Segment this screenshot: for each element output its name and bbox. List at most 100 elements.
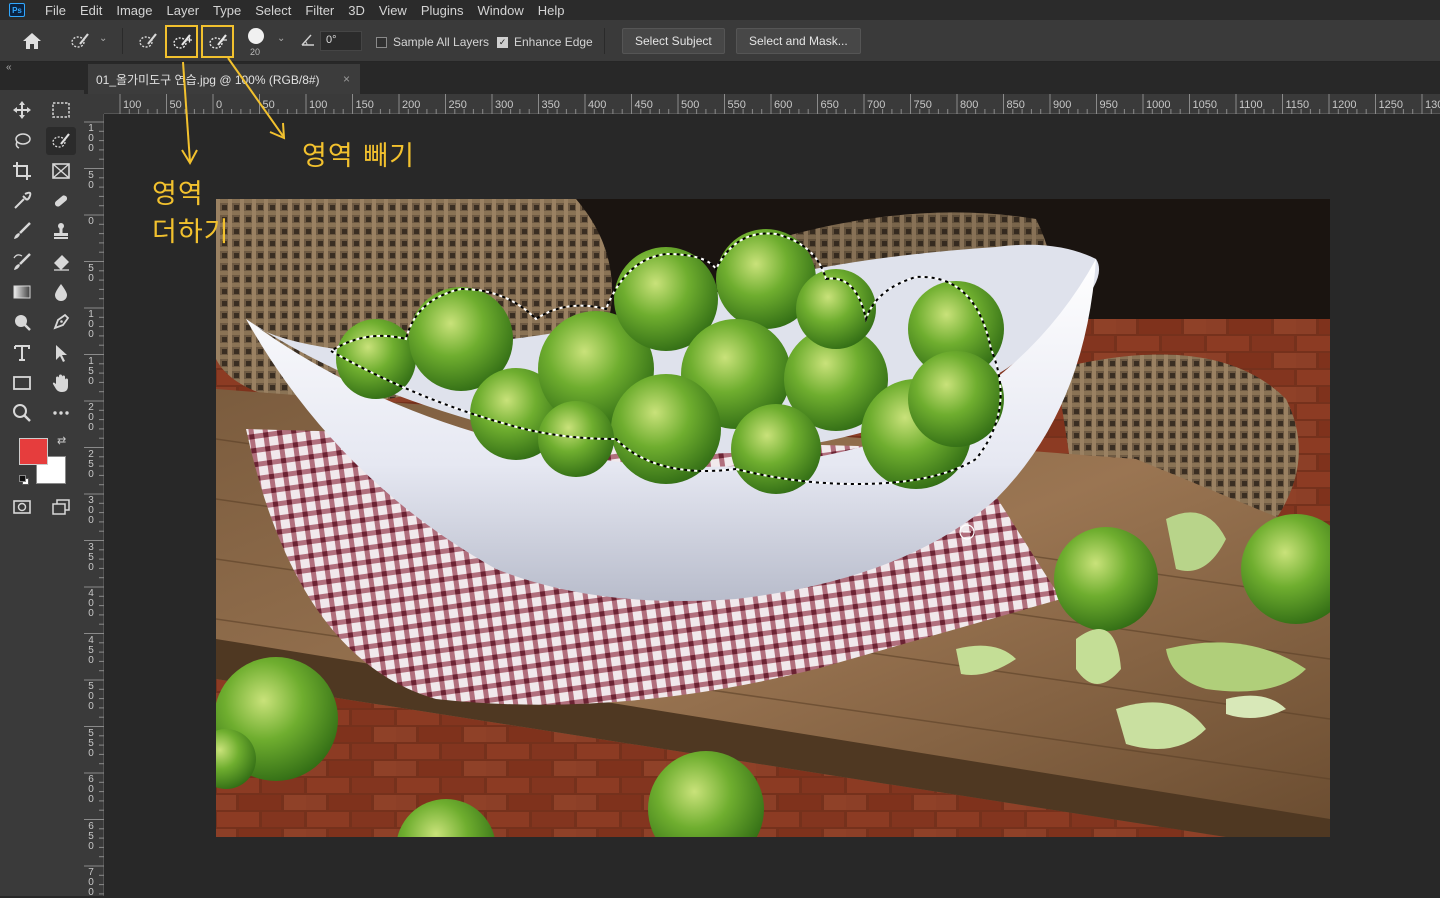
menu-window[interactable]: Window (470, 3, 530, 18)
hand-tool-icon[interactable] (46, 369, 76, 397)
horizontal-ruler[interactable]: 100 50 0 50 100 150 200 250 300 350 400 450 500 550 60… (104, 94, 1440, 114)
more-tools-icon[interactable] (46, 399, 76, 427)
ruler-label: 3 5 0 (88, 541, 94, 573)
select-subject-button[interactable]: Select Subject (622, 28, 725, 54)
ruler-label: 130 (1425, 99, 1440, 111)
move-tool-icon[interactable] (7, 96, 37, 124)
ruler-label: 2 0 0 (88, 402, 94, 433)
ruler-label: 1 0 0 (88, 123, 94, 154)
checkbox-checked-icon: ✓ (497, 36, 508, 48)
menu-layer[interactable]: Layer (160, 3, 207, 18)
enhance-edge-label: Enhance Edge (514, 35, 593, 49)
brush-tool-icon[interactable] (7, 217, 37, 245)
document-image[interactable] (216, 199, 1330, 837)
document-tab[interactable]: 01_올가미도구 연습.jpg @ 100% (RGB/8#) × (88, 64, 360, 94)
ruler-label: 5 5 0 (88, 727, 94, 759)
lasso-tool-icon[interactable] (7, 127, 37, 155)
enhance-edge-checkbox[interactable]: ✓ Enhance Edge (497, 35, 593, 49)
eyedropper-tool-icon[interactable] (7, 187, 37, 215)
screen-mode-icon[interactable] (46, 493, 76, 521)
vertical-ruler[interactable]: 1 0 0 5 0 0 5 0 1 0 0 1 5 0 2 0 0 2 5 0 3 0 0 3 5… (84, 114, 104, 898)
annotation-subtract-selection: 영역 빼기 (302, 141, 415, 172)
menu-type[interactable]: Type (206, 3, 248, 18)
marquee-tool-icon[interactable] (46, 96, 76, 124)
rectangle-tool-icon[interactable] (7, 369, 37, 397)
select-and-mask-button[interactable]: Select and Mask... (736, 28, 861, 54)
gradient-tool-icon[interactable] (7, 278, 37, 306)
ruler-label: 1 5 0 (88, 355, 94, 387)
quick-selection-tool-icon[interactable] (46, 127, 76, 155)
document-tab-title: 01_올가미도구 연습.jpg @ 100% (RGB/8#) (96, 72, 320, 87)
menu-3d[interactable]: 3D (341, 3, 372, 18)
crop-tool-icon[interactable] (7, 157, 37, 185)
quick-selection-preset-icon[interactable] (66, 27, 94, 55)
home-icon[interactable] (18, 27, 46, 55)
ruler-label: 1250 (1378, 99, 1403, 111)
ruler-label: 200 (402, 99, 421, 111)
menu-help[interactable]: Help (531, 3, 572, 18)
ruler-label: 900 (1053, 99, 1072, 111)
default-colors-icon[interactable] (19, 475, 30, 486)
type-tool-icon[interactable] (7, 339, 37, 367)
ruler-label: 1050 (1192, 99, 1217, 111)
ruler-origin[interactable] (84, 94, 104, 114)
document-tab-bar: 01_올가미도구 연습.jpg @ 100% (RGB/8#) × (88, 62, 1440, 94)
pen-tool-icon[interactable] (46, 308, 76, 336)
brush-picker-chevron-icon[interactable]: ⌄ (277, 33, 285, 44)
ruler-label: 400 (588, 99, 607, 111)
ruler-label: 0 (88, 216, 94, 227)
subtract-from-selection-icon[interactable] (201, 25, 234, 58)
canvas-area[interactable] (104, 114, 1440, 896)
annotation-add-selection: 영역 더하기 (152, 176, 230, 252)
new-selection-icon[interactable] (134, 27, 162, 55)
ruler-label: 2 5 0 (88, 448, 94, 480)
frame-tool-icon[interactable] (46, 157, 76, 185)
ruler-label: 450 (634, 99, 653, 111)
ruler-label: 1 0 0 (88, 309, 94, 340)
ruler-label: 500 (681, 99, 700, 111)
menu-filter[interactable]: Filter (298, 3, 341, 18)
ruler-label: 0 (216, 99, 223, 111)
zoom-tool-icon[interactable] (7, 399, 37, 427)
dodge-tool-icon[interactable] (7, 308, 37, 336)
ruler-label: 350 (541, 99, 560, 111)
swap-colors-icon[interactable]: ⇄ (57, 434, 66, 447)
ruler-label: 1150 (1285, 99, 1310, 111)
close-tab-icon[interactable]: × (343, 72, 350, 86)
angle-icon (300, 32, 316, 53)
menu-view[interactable]: View (372, 3, 414, 18)
history-brush-tool-icon[interactable] (7, 248, 37, 276)
collapse-panel-icon[interactable]: « (6, 62, 12, 73)
ruler-label: 4 5 0 (88, 634, 94, 666)
ruler-label: 650 (820, 99, 839, 111)
menu-file[interactable]: File (38, 3, 73, 18)
blur-tool-icon[interactable] (46, 278, 76, 306)
quick-mask-icon[interactable] (7, 493, 37, 521)
menu-edit[interactable]: Edit (73, 3, 109, 18)
foreground-color-swatch[interactable] (19, 438, 48, 465)
ruler-label: 850 (1006, 99, 1025, 111)
tools-panel: ⇄ (0, 90, 84, 896)
ruler-label: 1100 (1239, 99, 1263, 111)
menu-image[interactable]: Image (109, 3, 159, 18)
brush-preview-icon[interactable] (248, 28, 264, 44)
path-selection-tool-icon[interactable] (46, 339, 76, 367)
ruler-label: 800 (960, 99, 979, 111)
add-to-selection-icon[interactable] (165, 25, 198, 58)
checkbox-empty-icon (376, 36, 387, 48)
sample-all-layers-checkbox[interactable]: Sample All Layers (376, 35, 489, 49)
chevron-down-icon[interactable]: ⌄ (99, 33, 107, 44)
healing-brush-tool-icon[interactable] (46, 187, 76, 215)
annotation-add-line1: 영역 (152, 179, 204, 210)
menu-bar: Ps File Edit Image Layer Type Select Fil… (0, 0, 1440, 20)
clone-stamp-tool-icon[interactable] (46, 217, 76, 245)
eraser-tool-icon[interactable] (46, 248, 76, 276)
angle-input[interactable]: 0° (320, 31, 362, 51)
menu-plugins[interactable]: Plugins (414, 3, 471, 18)
ruler-label: 300 (495, 99, 514, 111)
ruler-label: 150 (355, 99, 374, 111)
photoshop-logo[interactable]: Ps (6, 0, 28, 20)
ruler-label: 50 (169, 99, 182, 111)
menu-select[interactable]: Select (248, 3, 298, 18)
ruler-label: 6 5 0 (88, 820, 94, 852)
